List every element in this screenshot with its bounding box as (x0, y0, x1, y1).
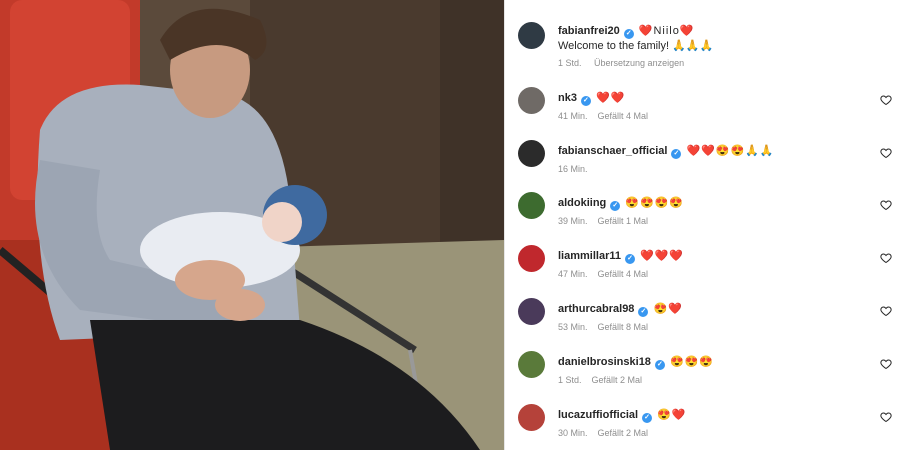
post-time: 1 Std. (558, 58, 582, 68)
comment-text: 😍❤️ (653, 303, 683, 315)
heart-outline-icon[interactable] (880, 94, 892, 106)
comment-time: 39 Min. (558, 216, 588, 226)
comment-likes[interactable]: Gefällt 4 Mal (598, 111, 649, 121)
comment-likes[interactable]: Gefällt 2 Mal (592, 375, 643, 385)
comment-username[interactable]: lucazuffiofficial (558, 409, 638, 421)
caption-line2: Welcome to the family! 🙏🙏🙏 (558, 40, 714, 52)
verified-badge-icon: ✓ (623, 29, 634, 39)
comment-time: 41 Min. (558, 111, 588, 121)
heart-outline-icon[interactable] (880, 358, 892, 370)
comment-username[interactable]: fabianschaer_official (558, 145, 667, 157)
caption-line1: ❤️Niilo❤️ (638, 25, 695, 37)
comment-likes[interactable]: Gefällt 4 Mal (598, 269, 649, 279)
comment-username[interactable]: arthurcabral98 (558, 303, 634, 315)
avatar[interactable] (518, 298, 545, 325)
comment-username[interactable]: liammillar11 (558, 250, 621, 262)
comment-text: 😍😍😍 (669, 356, 715, 368)
verified-badge-icon: ✓ (654, 360, 665, 370)
verified-badge-icon: ✓ (625, 254, 635, 264)
avatar[interactable] (518, 22, 545, 49)
comment-text: ❤️❤️❤️ (640, 250, 685, 262)
heart-outline-icon[interactable] (880, 305, 892, 317)
comment-username[interactable]: aldokiing (558, 197, 606, 209)
verified-badge-icon: ✓ (638, 307, 649, 317)
verified-badge-icon: ✓ (671, 149, 682, 159)
comment-username[interactable]: nk3 (558, 92, 577, 104)
verified-badge-icon: ✓ (642, 413, 653, 423)
comment-likes[interactable]: Gefällt 2 Mal (598, 428, 649, 438)
post-username[interactable]: fabianfrei20 (558, 25, 620, 37)
avatar[interactable] (518, 245, 545, 272)
comment-text: ❤️❤️😍😍🙏🙏 (686, 145, 775, 157)
avatar[interactable] (518, 404, 545, 431)
post-photo (0, 0, 504, 450)
comments-panel: fabianfrei20 ✓ ❤️Niilo❤️ Welcome to the fa… (504, 0, 900, 450)
avatar[interactable] (518, 140, 545, 167)
heart-outline-icon[interactable] (880, 252, 892, 264)
comment-time: 53 Min. (558, 322, 588, 332)
heart-outline-icon[interactable] (880, 411, 892, 423)
heart-outline-icon[interactable] (880, 147, 892, 159)
heart-outline-icon[interactable] (880, 199, 892, 211)
avatar[interactable] (518, 192, 545, 219)
comment-time: 1 Std. (558, 375, 582, 385)
comment-time: 47 Min. (558, 269, 588, 279)
comment-time: 16 Min. (558, 164, 588, 174)
comment-username[interactable]: danielbrosinski18 (558, 356, 651, 368)
comment-likes[interactable]: Gefällt 1 Mal (598, 216, 649, 226)
comment-text: 😍❤️ (657, 409, 687, 421)
translate-link[interactable]: Übersetzung anzeigen (594, 58, 684, 68)
comment-text: 😍😍😍😍 (625, 197, 685, 209)
avatar[interactable] (518, 87, 545, 114)
comment-text: ❤️❤️ (595, 92, 626, 104)
avatar[interactable] (518, 351, 545, 378)
verified-badge-icon: ✓ (580, 96, 591, 106)
comment-likes[interactable]: Gefällt 8 Mal (598, 322, 649, 332)
comment-time: 30 Min. (558, 428, 588, 438)
verified-badge-icon: ✓ (610, 201, 621, 211)
